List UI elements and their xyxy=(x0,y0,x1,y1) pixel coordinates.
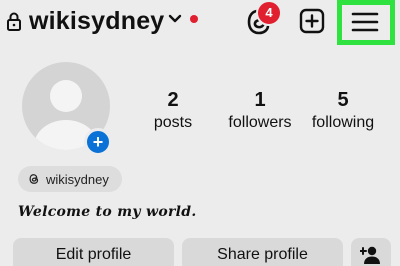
following-count: 5 xyxy=(337,89,349,111)
username-title[interactable]: wikisydney xyxy=(29,4,164,38)
account-notification-dot xyxy=(190,15,198,23)
chevron-down-icon[interactable] xyxy=(168,14,182,24)
share-profile-button[interactable]: Share profile xyxy=(182,238,343,266)
threads-profile-chip[interactable]: wikisydney xyxy=(18,166,122,192)
edit-profile-button[interactable]: Edit profile xyxy=(13,238,174,266)
posts-stat[interactable]: 2 posts xyxy=(143,88,203,134)
posts-count: 2 xyxy=(167,89,179,111)
following-stat[interactable]: 5 following xyxy=(308,88,378,134)
profile-header: wikisydney 4 xyxy=(0,0,400,45)
plus-square-icon[interactable] xyxy=(299,8,325,34)
threads-badge: 4 xyxy=(256,0,282,26)
lock-icon xyxy=(7,12,21,31)
following-label: following xyxy=(311,114,375,131)
add-person-icon xyxy=(360,246,380,264)
instagram-profile-screen: wikisydney 4 + 2 posts 1 followers 5 fol… xyxy=(0,0,400,266)
posts-label: posts xyxy=(153,114,193,131)
followers-count: 1 xyxy=(254,89,266,111)
threads-handle: wikisydney xyxy=(46,171,109,187)
profile-bio: Welcome to my world. xyxy=(18,204,197,220)
followers-label: followers xyxy=(228,114,292,131)
add-story-plus-icon[interactable]: + xyxy=(84,128,112,156)
discover-people-button[interactable] xyxy=(351,238,391,266)
hamburger-menu-icon[interactable] xyxy=(347,8,383,36)
followers-stat[interactable]: 1 followers xyxy=(222,88,298,134)
threads-small-icon xyxy=(29,174,39,184)
